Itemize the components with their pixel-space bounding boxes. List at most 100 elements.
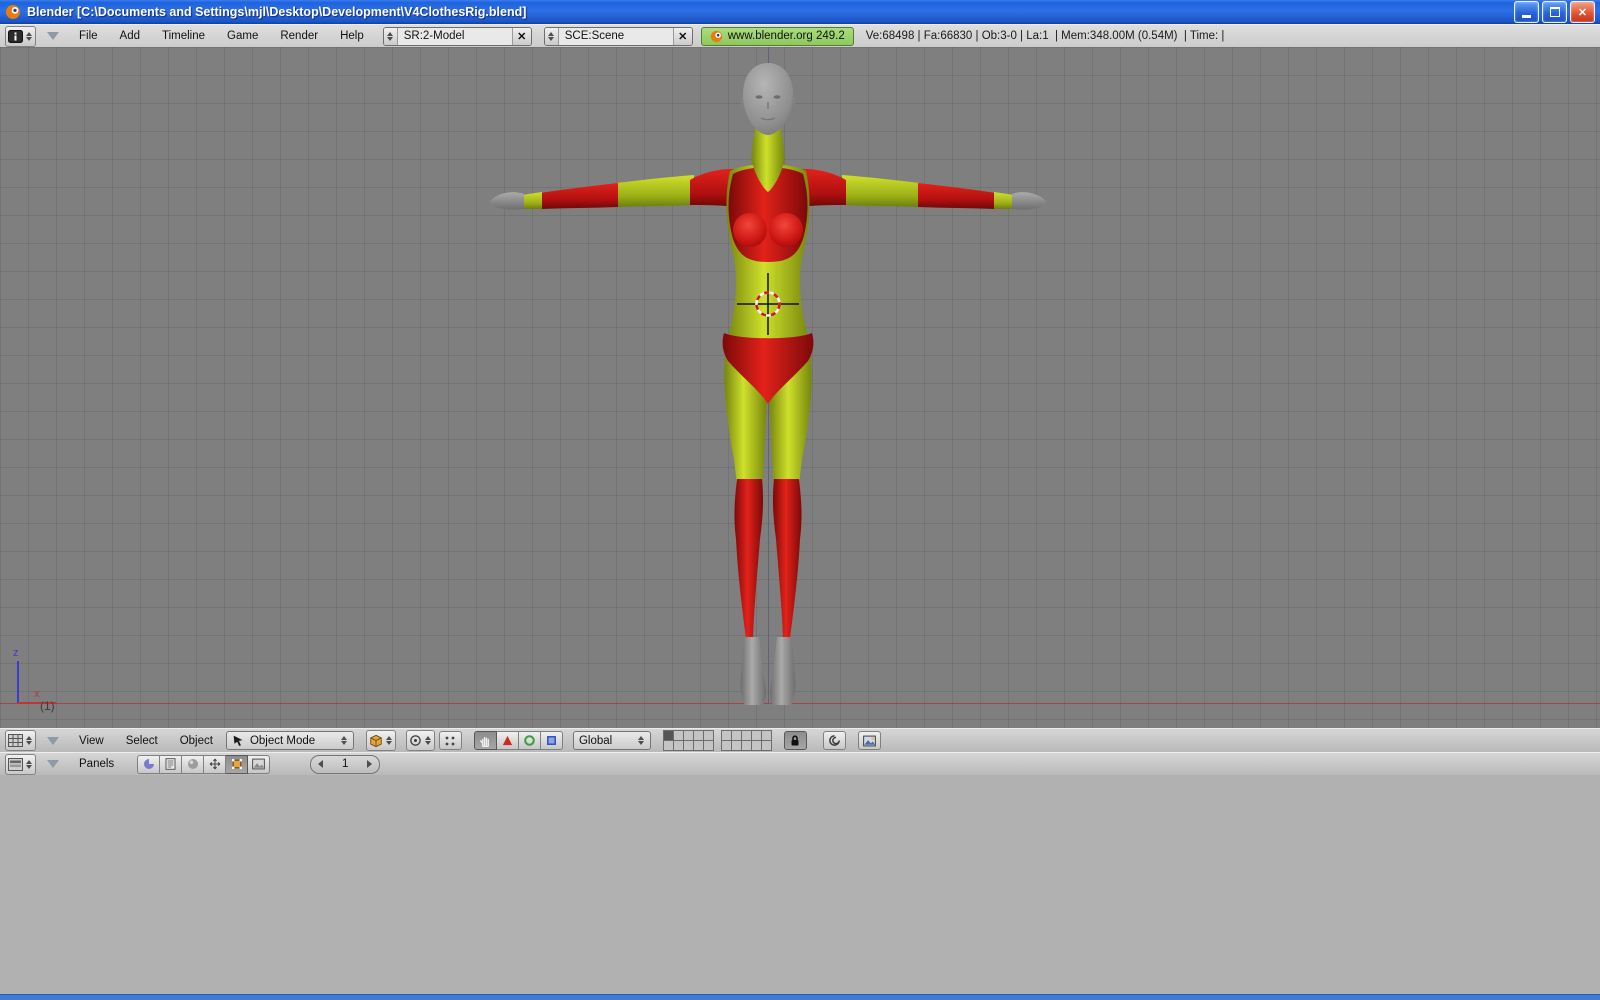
object-axis-icon <box>231 758 242 770</box>
scene-selector-stepper[interactable] <box>544 27 559 45</box>
scene-arrows-icon <box>209 758 221 770</box>
draw-type-stepper[interactable] <box>385 736 393 745</box>
menu-help[interactable]: Help <box>331 30 373 42</box>
viewport-3d[interactable]: z x (1) <box>0 47 1600 728</box>
scene-selector-value[interactable]: SCE:Scene <box>559 30 673 42</box>
shading-buttons-button[interactable] <box>182 754 205 774</box>
script-icon <box>165 758 176 770</box>
close-icon: ✕ <box>1577 6 1588 19</box>
pivot-dropdown[interactable] <box>405 730 435 751</box>
window-bottom-border <box>0 994 1600 1000</box>
model-right-upperarm <box>842 175 920 207</box>
model-head <box>743 63 793 135</box>
screen-selector[interactable]: SR:2-Model ✕ <box>382 26 532 46</box>
blender-logo-icon <box>5 5 20 19</box>
rotate-ring-icon <box>524 735 535 746</box>
hand-icon <box>479 737 489 747</box>
pivot-align-button[interactable] <box>438 731 462 750</box>
mode-stepper[interactable] <box>340 736 348 745</box>
logic-buttons-button[interactable] <box>137 754 161 774</box>
menu-render[interactable]: Render <box>271 30 327 42</box>
lock-icon <box>791 735 799 746</box>
frame-number-value[interactable]: 1 <box>332 758 358 770</box>
model-right-wrist <box>994 192 1014 209</box>
align-dots-icon <box>446 736 455 745</box>
axis-indicator: z x <box>13 647 56 704</box>
editing-image-icon <box>252 758 265 770</box>
buttons-panel-area[interactable] <box>0 775 1600 995</box>
minimize-icon <box>1522 15 1531 18</box>
menu-select[interactable]: Select <box>117 735 167 747</box>
window-type-button-3dview[interactable] <box>5 730 36 751</box>
model-left-hand <box>489 192 524 210</box>
model-left-foot <box>740 637 767 705</box>
translate-manipulator-button[interactable] <box>496 731 519 750</box>
manipulator-toggle-button[interactable] <box>473 731 497 750</box>
window-title: Blender [C:\Documents and Settings\mjl\D… <box>27 5 527 19</box>
info-window-icon <box>8 29 23 43</box>
model-right-forearm <box>918 183 996 209</box>
screen-delete-icon[interactable]: ✕ <box>511 27 531 45</box>
orientation-value: Global <box>578 734 613 747</box>
menu-timeline[interactable]: Timeline <box>153 30 214 42</box>
orientation-stepper[interactable] <box>637 736 645 745</box>
model-left-upperarm <box>616 175 694 207</box>
menu-file[interactable]: File <box>70 30 107 42</box>
restore-button[interactable] <box>1542 1 1567 23</box>
frame-increment-icon[interactable] <box>367 760 373 768</box>
panels-menu[interactable]: Panels <box>70 758 123 770</box>
proportional-falloff-button[interactable] <box>822 731 846 750</box>
frame-number-field[interactable]: 1 <box>310 754 381 774</box>
model-right-eye <box>773 95 781 99</box>
header-collapse-icon[interactable] <box>47 736 59 745</box>
menu-view[interactable]: View <box>70 735 113 747</box>
close-button[interactable]: ✕ <box>1570 1 1595 23</box>
object-buttons-button[interactable] <box>226 754 249 774</box>
minimize-button[interactable] <box>1514 1 1539 23</box>
axis-z-label: z <box>13 647 19 659</box>
script-buttons-button[interactable] <box>160 754 183 774</box>
scene-buttons-button[interactable] <box>204 754 227 774</box>
buttons-window-icon <box>8 757 23 771</box>
layer-grid-right[interactable] <box>720 730 772 751</box>
window-type-button-buttons[interactable] <box>5 753 36 775</box>
scale-square-icon <box>546 736 556 745</box>
scene-statistics: Ve:68498 | Fa:66830 | Ob:3-0 | La:1 | Me… <box>865 30 1225 42</box>
model-figure[interactable] <box>0 47 1600 728</box>
view3d-header: View Select Object Object Mode Global <box>0 728 1600 753</box>
mode-dropdown[interactable]: Object Mode <box>225 731 354 750</box>
rotate-manipulator-button[interactable] <box>518 731 541 750</box>
object-mode-icon <box>233 735 243 747</box>
model-left-forearm <box>540 183 618 209</box>
window-type-button-info[interactable] <box>5 25 36 47</box>
main-menu-header: File Add Timeline Game Render Help SR:2-… <box>0 24 1600 48</box>
menu-object[interactable]: Object <box>171 735 222 747</box>
pivot-stepper[interactable] <box>424 736 432 745</box>
screen-selector-stepper[interactable] <box>383 27 398 45</box>
blender-version-button[interactable]: www.blender.org 249.2 <box>700 26 854 46</box>
scene-delete-icon[interactable]: ✕ <box>672 27 692 45</box>
render-preview-button[interactable] <box>857 731 881 750</box>
logic-icon <box>143 759 154 769</box>
orientation-dropdown[interactable]: Global <box>572 731 651 750</box>
draw-type-button[interactable] <box>365 730 396 751</box>
header-collapse-icon[interactable] <box>47 760 59 768</box>
restore-icon <box>1549 7 1560 17</box>
menu-add[interactable]: Add <box>111 30 149 42</box>
screen-selector-value[interactable]: SR:2-Model <box>398 30 512 42</box>
scale-manipulator-button[interactable] <box>540 731 563 750</box>
window-title-bar[interactable]: Blender [C:\Documents and Settings\mjl\D… <box>0 0 1600 24</box>
menu-game[interactable]: Game <box>218 30 267 42</box>
header-collapse-icon[interactable] <box>47 32 59 40</box>
layer-grid-left[interactable] <box>662 730 714 751</box>
window-type-stepper[interactable] <box>25 31 33 41</box>
version-label: www.blender.org 249.2 <box>727 30 845 42</box>
editing-buttons-button[interactable] <box>248 754 271 774</box>
window-type-stepper[interactable] <box>25 759 33 769</box>
window-type-stepper[interactable] <box>25 736 33 745</box>
manipulator-buttons <box>473 731 563 750</box>
frame-decrement-icon[interactable] <box>318 760 324 768</box>
lock-layers-button[interactable] <box>783 731 807 750</box>
scene-selector[interactable]: SCE:Scene ✕ <box>543 26 693 46</box>
active-layer-label: (1) <box>40 699 55 713</box>
